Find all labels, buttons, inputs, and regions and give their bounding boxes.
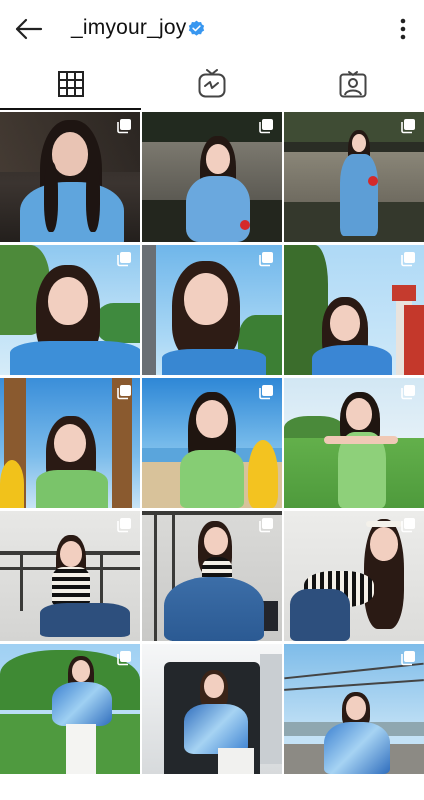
back-button[interactable] <box>10 12 46 46</box>
post-thumbnail[interactable] <box>142 112 282 242</box>
multiple-photos-icon <box>401 252 415 267</box>
tab-igtv[interactable] <box>141 58 282 110</box>
post-thumbnail[interactable] <box>284 644 424 774</box>
post-thumbnail[interactable] <box>284 511 424 641</box>
profile-username: _imyour_joy <box>71 16 187 39</box>
arrow-left-icon <box>15 18 43 40</box>
post-thumbnail[interactable] <box>142 378 282 508</box>
post-thumbnail[interactable] <box>142 245 282 375</box>
post-thumbnail[interactable] <box>142 511 282 641</box>
profile-header: _imyour_joy <box>0 0 424 58</box>
multiple-photos-icon <box>117 252 131 267</box>
post-thumbnail[interactable] <box>0 644 140 774</box>
grid-icon <box>57 71 84 97</box>
multiple-photos-icon <box>259 518 273 533</box>
post-image <box>142 644 282 774</box>
post-thumbnail[interactable] <box>0 378 140 508</box>
multiple-photos-icon <box>259 385 273 400</box>
posts-grid <box>0 112 424 800</box>
multiple-photos-icon <box>401 119 415 134</box>
igtv-icon <box>198 69 226 98</box>
multiple-photos-icon <box>259 119 273 134</box>
post-thumbnail[interactable] <box>0 245 140 375</box>
post-thumbnail[interactable] <box>142 644 282 774</box>
post-thumbnail[interactable] <box>284 245 424 375</box>
more-options-button[interactable] <box>394 14 412 44</box>
post-thumbnail[interactable] <box>0 511 140 641</box>
tab-posts-grid[interactable] <box>0 58 142 110</box>
tab-tagged[interactable] <box>283 58 424 110</box>
post-thumbnail[interactable] <box>284 378 424 508</box>
multiple-photos-icon <box>117 651 131 666</box>
multiple-photos-icon <box>259 252 273 267</box>
multiple-photos-icon <box>117 518 131 533</box>
tagged-person-icon <box>339 71 367 98</box>
verified-badge-icon <box>188 20 205 36</box>
multiple-photos-icon <box>117 385 131 400</box>
more-vertical-icon <box>400 18 406 40</box>
post-thumbnail[interactable] <box>284 112 424 242</box>
post-thumbnail[interactable] <box>0 112 140 242</box>
multiple-photos-icon <box>401 518 415 533</box>
multiple-photos-icon <box>401 385 415 400</box>
profile-tabs <box>0 58 424 110</box>
multiple-photos-icon <box>117 119 131 134</box>
multiple-photos-icon <box>401 651 415 666</box>
